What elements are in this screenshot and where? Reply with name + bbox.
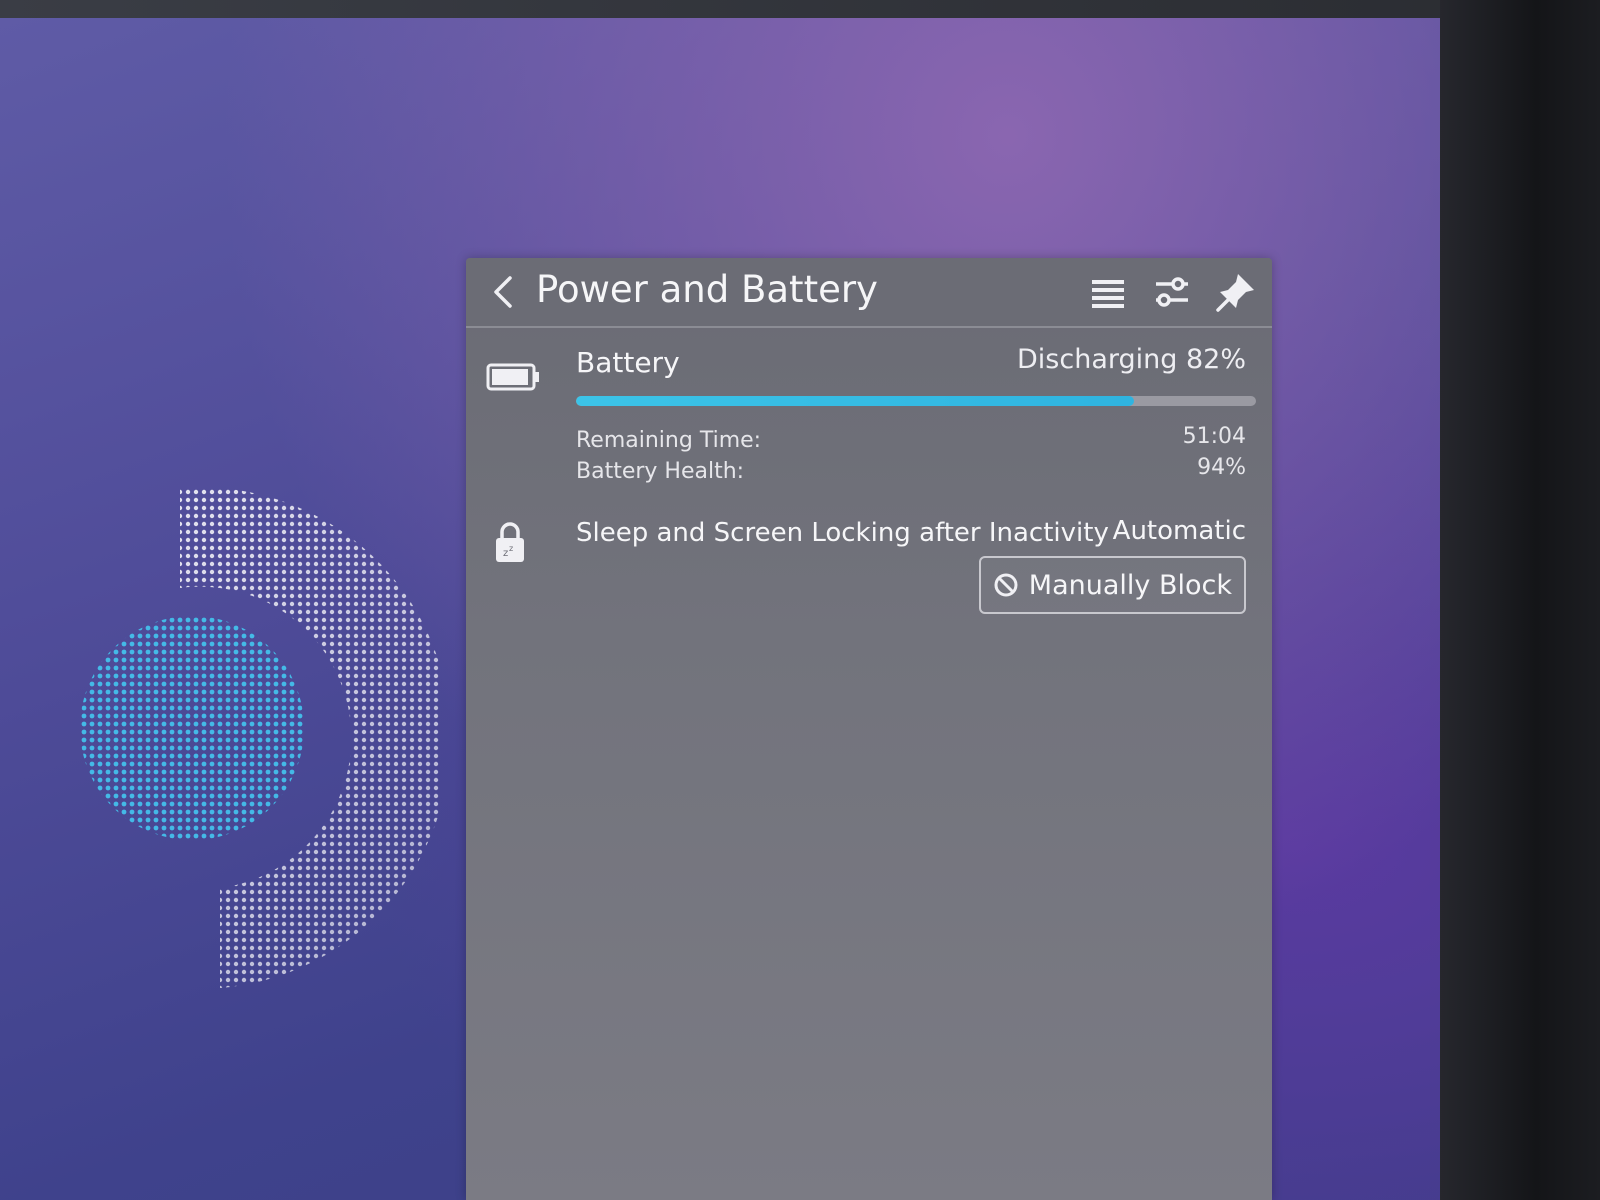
panel-title: Power and Battery	[536, 268, 878, 311]
sliders-config-icon[interactable]	[1150, 270, 1194, 314]
block-icon	[994, 573, 1018, 597]
hamburger-menu-icon[interactable]	[1086, 270, 1130, 314]
battery-status: Discharging 82%	[1017, 344, 1246, 375]
sleep-locking-label: Sleep and Screen Locking after Inactivit…	[576, 518, 1109, 548]
manually-block-label: Manually Block	[1028, 569, 1232, 601]
remaining-time-value: 51:04	[1182, 424, 1246, 449]
power-battery-panel: Power and Battery Battery Discharging 82…	[466, 258, 1272, 1200]
svg-text:z: z	[509, 544, 513, 553]
battery-health-value: 94%	[1197, 455, 1246, 480]
battery-icon	[486, 363, 539, 391]
battery-health-label: Battery Health:	[576, 459, 745, 484]
wallpaper-logo	[80, 488, 440, 1008]
device-side-edge	[1440, 0, 1600, 1200]
back-arrow-icon[interactable]	[486, 272, 522, 312]
pin-icon[interactable]	[1214, 270, 1258, 314]
remaining-time-label: Remaining Time:	[576, 428, 762, 453]
battery-name: Battery	[576, 346, 680, 379]
battery-charge-fill	[576, 396, 1134, 406]
battery-charge-bar	[576, 396, 1256, 406]
panel-header: Power and Battery	[466, 258, 1272, 328]
sleep-lock-icon: z z	[496, 522, 524, 562]
svg-text:z: z	[503, 548, 508, 559]
sleep-locking-value: Automatic	[1112, 516, 1246, 546]
manually-block-button[interactable]: Manually Block	[978, 556, 1246, 614]
